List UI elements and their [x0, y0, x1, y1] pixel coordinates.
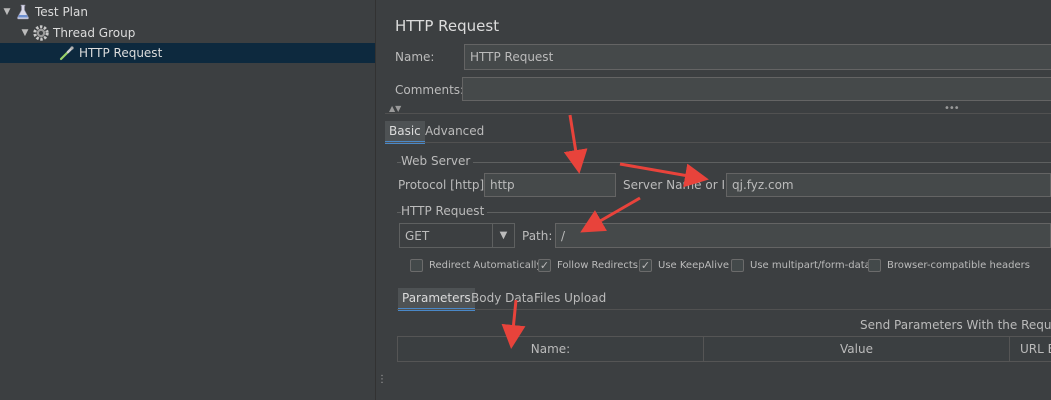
annotation-arrow: [619, 162, 709, 188]
annotation-arrows: [501, 114, 709, 349]
annotation-arrow: [580, 196, 641, 233]
annotation-arrow: [501, 299, 526, 349]
annotation-arrow: [563, 114, 588, 174]
